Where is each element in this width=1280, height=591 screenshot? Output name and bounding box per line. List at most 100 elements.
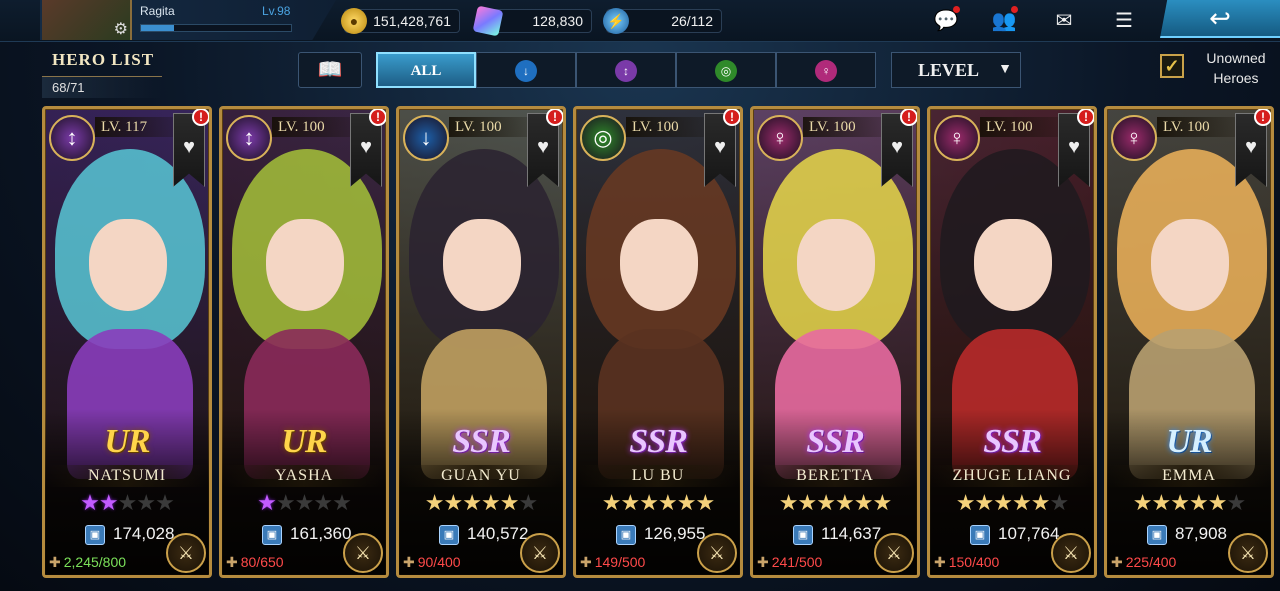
star-icon: ★ — [462, 490, 482, 515]
equipment-button[interactable]: ⚔ — [166, 533, 206, 573]
shards-value: 80/650 — [240, 554, 284, 570]
shards-value: 90/400 — [417, 554, 461, 570]
hero-card[interactable]: ↕ LV. 100 ♥! UR YASHA ★★★★★ ▣ 161,360 ✚ 80/650 ⚔ — [219, 106, 389, 578]
equipment-button[interactable]: ⚔ — [343, 533, 383, 573]
combat-power-icon: ▣ — [262, 524, 282, 545]
heart-icon: ♥ — [360, 136, 372, 158]
star-icon: ★ — [1189, 490, 1209, 515]
hero-card[interactable]: ♀ LV. 100 ♥! SSR ZHUGE LIANG ★★★★★★ ▣ 107,764 ✚ 1… — [927, 106, 1097, 578]
hero-rarity: SSR — [983, 423, 1042, 460]
star-icon: ★ — [872, 490, 892, 515]
power-value: 107,764 — [998, 524, 1060, 543]
equipment-button[interactable]: ⚔ — [697, 533, 737, 573]
filter-tab-all[interactable]: ALL — [376, 52, 476, 88]
star-icon: ★ — [1151, 490, 1172, 515]
power-value: 174,028 — [113, 524, 175, 543]
alert-badge: ! — [1254, 109, 1271, 126]
class-filter-tabs: ALL ↓ ↕ ◎ ♀ — [376, 52, 876, 88]
menu-icon: ☰ — [1115, 10, 1133, 32]
hero-name: LU BU — [576, 465, 740, 487]
star-icon: ★ — [313, 490, 333, 515]
alert-badge: ! — [1077, 109, 1094, 126]
chat-button[interactable]: 💬 — [930, 6, 962, 34]
staff-class-icon: ♀ — [815, 60, 837, 82]
combat-power-icon: ▣ — [1147, 524, 1167, 545]
filter-tab-staff[interactable]: ♀ — [776, 52, 876, 88]
hero-card[interactable]: ↕ LV. 117 ♥! UR NATSUMI ★★★★★ ▣ 174,028 ✚ 2,245/8… — [42, 106, 212, 578]
equipment-button[interactable]: ⚔ — [520, 533, 560, 573]
mail-button[interactable]: ✉ — [1048, 8, 1080, 34]
gear-icon[interactable]: ⚙ — [114, 19, 128, 39]
star-icon: ★ — [518, 490, 538, 515]
hero-rarity: SSR — [452, 423, 511, 460]
sort-dropdown[interactable]: LEVEL ▼ — [891, 52, 1021, 88]
power-value: 126,955 — [644, 524, 706, 543]
notification-dot — [953, 6, 960, 13]
star-rating: ★★★★★ — [222, 491, 386, 515]
star-icon: ★ — [778, 490, 799, 515]
unowned-checkbox[interactable]: ✓ — [1160, 54, 1184, 78]
energy-counter[interactable]: ⚡ 26/112 — [603, 8, 722, 34]
friends-button[interactable]: 👥 — [988, 6, 1020, 34]
star-icon: ★ — [98, 490, 119, 515]
filter-tab-spear[interactable]: ↕ — [576, 52, 676, 88]
heart-icon: ♥ — [891, 136, 903, 158]
portrait-face — [443, 219, 521, 311]
page-title: HERO LIST — [52, 50, 155, 69]
hero-rarity: UR — [104, 423, 150, 460]
shard-puzzle-icon: ✚ — [934, 554, 946, 570]
star-icon: ★ — [620, 490, 641, 515]
class-icon: ↕ — [226, 115, 272, 161]
shard-puzzle-icon: ✚ — [757, 554, 769, 570]
class-icon: ♀ — [757, 115, 803, 161]
power-value: 161,360 — [290, 524, 352, 543]
gem-counter[interactable]: 128,830 — [472, 5, 592, 37]
filter-tab-bow[interactable]: ◎ — [676, 52, 776, 88]
portrait-face — [1151, 219, 1229, 311]
hero-level: LV. 117 — [95, 117, 175, 137]
star-icon: ★ — [639, 490, 659, 515]
chat-icon: 💬 — [933, 10, 959, 32]
shard-puzzle-icon: ✚ — [49, 554, 61, 570]
swords-icon: ⚔ — [885, 543, 903, 563]
heart-icon: ♥ — [1068, 136, 1080, 158]
menu-button[interactable]: ☰ — [1108, 8, 1140, 34]
shard-puzzle-icon: ✚ — [580, 554, 592, 570]
class-icon: ♀ — [934, 115, 980, 161]
hero-level: LV. 100 — [272, 117, 352, 137]
swords-icon: ⚔ — [354, 543, 372, 563]
heart-icon: ♥ — [537, 136, 549, 158]
combat-power-icon: ▣ — [439, 524, 459, 545]
hero-card[interactable]: ♀ LV. 100 ♥! SSR BERETTA ★★★★★★ ▣ 114,637 ✚ 241/5… — [750, 106, 920, 578]
hero-card[interactable]: ♀ LV. 100 ♥! UR EMMA ★★★★★★ ▣ 87,908 ✚ 225/400 ⚔ — [1104, 106, 1274, 578]
filter-tab-sword[interactable]: ↓ — [476, 52, 576, 88]
combat-power-icon: ▣ — [85, 524, 105, 545]
equipment-button[interactable]: ⚔ — [874, 533, 914, 573]
equipment-button[interactable]: ⚔ — [1051, 533, 1091, 573]
star-icon: ★ — [993, 490, 1013, 515]
equipment-button[interactable]: ⚔ — [1228, 533, 1268, 573]
back-button[interactable]: ↩ — [1160, 0, 1280, 38]
unowned-heroes-toggle[interactable]: ✓ Unowned Heroes — [1158, 48, 1278, 92]
alert-badge: ! — [723, 109, 740, 126]
player-avatar[interactable]: ⚙ — [42, 0, 132, 40]
gold-counter[interactable]: ● 151,428,761 — [341, 8, 460, 34]
hero-card[interactable]: ◎ LV. 100 ♥! SSR LU BU ★★★★★★ ▣ 126,955 ✚ 149/500… — [573, 106, 743, 578]
hero-card[interactable]: ↓ LV. 100 ♥! SSR GUAN YU ★★★★★★ ▣ 140,572 ✚ 90/40… — [396, 106, 566, 578]
encyclopedia-button[interactable]: 📖 — [298, 52, 362, 88]
class-icon: ♀ — [1111, 115, 1157, 161]
star-icon: ★ — [695, 490, 715, 515]
star-icon: ★ — [1207, 490, 1228, 515]
swords-icon: ⚔ — [1239, 543, 1257, 563]
hero-level: LV. 100 — [1157, 117, 1237, 137]
star-icon: ★ — [294, 490, 315, 515]
star-icon: ★ — [1132, 490, 1153, 515]
hero-name: BERETTA — [753, 465, 917, 487]
power-value: 87,908 — [1175, 524, 1227, 543]
shard-puzzle-icon: ✚ — [1111, 554, 1123, 570]
shards-value: 241/500 — [771, 554, 823, 570]
mail-icon: ✉ — [1055, 10, 1073, 32]
shard-puzzle-icon: ✚ — [403, 554, 415, 570]
hero-shards: ✚ 2,245/800 — [49, 553, 169, 571]
star-icon: ★ — [136, 490, 156, 515]
